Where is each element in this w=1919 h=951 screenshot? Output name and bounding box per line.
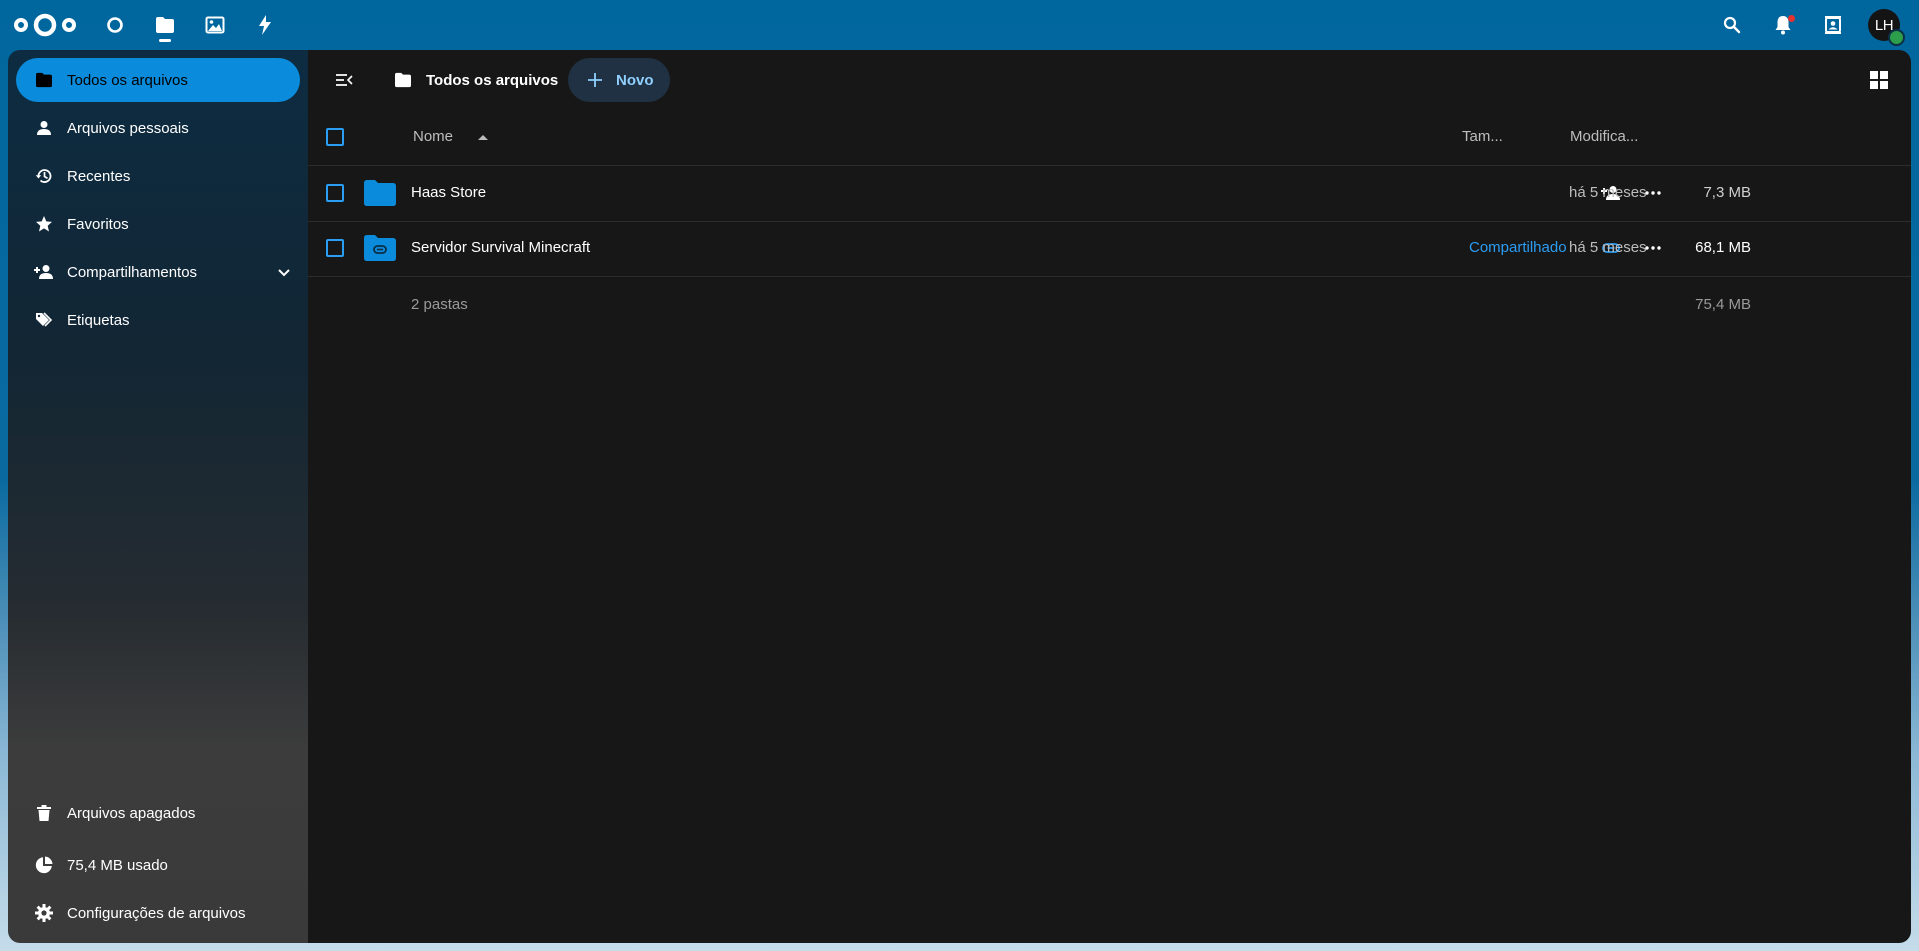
- column-header-size[interactable]: Tam...: [1462, 128, 1503, 145]
- row-checkbox[interactable]: [326, 184, 344, 202]
- sidebar-item-label: Recentes: [67, 167, 131, 185]
- file-modified: há 5 meses: [1569, 239, 1647, 256]
- shared-status-link[interactable]: Compartilhado: [1469, 239, 1567, 256]
- files-app-icon[interactable]: [153, 13, 177, 37]
- contacts-icon[interactable]: [1821, 13, 1845, 37]
- folder-count-summary: 2 pastas: [411, 296, 468, 313]
- photos-icon[interactable]: [203, 13, 227, 37]
- sidebar-item-label: Favoritos: [67, 215, 129, 233]
- dashboard-icon[interactable]: [103, 13, 127, 37]
- sort-ascending-icon: [478, 135, 488, 140]
- sidebar-item-label: Arquivos pessoais: [67, 119, 189, 137]
- person-icon: [34, 118, 54, 138]
- storage-quota[interactable]: 75,4 MB usado: [16, 843, 300, 887]
- select-all-checkbox[interactable]: [326, 128, 344, 146]
- history-icon: [34, 166, 54, 186]
- chevron-down-icon[interactable]: [276, 264, 292, 280]
- column-header-modified[interactable]: Modifica...: [1570, 128, 1638, 145]
- column-header-name[interactable]: Nome: [413, 128, 453, 145]
- sidebar-item-files-settings[interactable]: Configurações de arquivos: [16, 891, 300, 935]
- row-checkbox[interactable]: [326, 239, 344, 257]
- sidebar-item-recent[interactable]: Recentes: [16, 154, 300, 198]
- sidebar-item-label: Compartilhamentos: [67, 263, 198, 281]
- shared-folder-icon: [364, 235, 396, 261]
- quota-label: 75,4 MB usado: [67, 856, 168, 874]
- sidebar-item-label: Arquivos apagados: [67, 804, 196, 822]
- toggle-navigation-icon[interactable]: [328, 64, 360, 96]
- sidebar-item-shares[interactable]: Compartilhamentos: [16, 250, 300, 294]
- sidebar-item-personal-files[interactable]: Arquivos pessoais: [16, 106, 300, 150]
- tag-icon: [34, 310, 54, 330]
- table-row[interactable]: Haas Store 7,3 MB há 5 meses: [308, 166, 1911, 221]
- folder-icon: [34, 70, 54, 90]
- file-name[interactable]: Haas Store: [411, 184, 486, 201]
- sidebar-item-tags[interactable]: Etiquetas: [16, 298, 300, 342]
- divider: [308, 276, 1911, 277]
- share-person-icon: [34, 262, 54, 282]
- file-size: 68,1 MB: [1695, 239, 1751, 256]
- gear-icon: [34, 903, 54, 923]
- sidebar-item-favorites[interactable]: Favoritos: [16, 202, 300, 246]
- files-content: Todos os arquivos Novo Nome Tam... Modif…: [308, 50, 1911, 943]
- search-icon[interactable]: [1720, 13, 1744, 37]
- trash-icon: [34, 803, 54, 823]
- sidebar-item-deleted-files[interactable]: Arquivos apagados: [16, 791, 300, 835]
- new-button[interactable]: Novo: [568, 58, 670, 102]
- notification-dot: [1788, 15, 1795, 22]
- plus-icon: [588, 73, 602, 87]
- table-row[interactable]: Servidor Survival Minecraft Compartilhad…: [308, 222, 1911, 277]
- sidebar-item-label: Todos os arquivos: [67, 71, 188, 89]
- app-frame: Todos os arquivos Arquivos pessoais Rece…: [8, 50, 1911, 943]
- file-name[interactable]: Servidor Survival Minecraft: [411, 239, 590, 256]
- nextcloud-logo[interactable]: [14, 11, 76, 39]
- pie-chart-icon: [34, 855, 54, 875]
- online-status-dot: [1888, 29, 1905, 46]
- file-size: 7,3 MB: [1703, 184, 1751, 201]
- sidebar: Todos os arquivos Arquivos pessoais Rece…: [8, 50, 308, 943]
- star-icon: [34, 214, 54, 234]
- breadcrumb-label: Todos os arquivos: [426, 71, 559, 89]
- folder-icon: [394, 70, 414, 90]
- breadcrumb[interactable]: Todos os arquivos: [394, 65, 558, 95]
- sidebar-item-label: Configurações de arquivos: [67, 904, 246, 922]
- sidebar-item-label: Etiquetas: [67, 311, 130, 329]
- sidebar-item-all-files[interactable]: Todos os arquivos: [16, 58, 300, 102]
- top-header: LH: [0, 0, 1919, 50]
- new-button-label: Novo: [616, 71, 654, 89]
- activity-lightning-icon[interactable]: [253, 13, 277, 37]
- grid-view-icon[interactable]: [1866, 67, 1892, 93]
- active-app-indicator: [159, 39, 171, 42]
- file-modified: há 5 meses: [1569, 184, 1647, 201]
- total-size-summary: 75,4 MB: [1695, 296, 1751, 313]
- folder-icon: [364, 180, 396, 206]
